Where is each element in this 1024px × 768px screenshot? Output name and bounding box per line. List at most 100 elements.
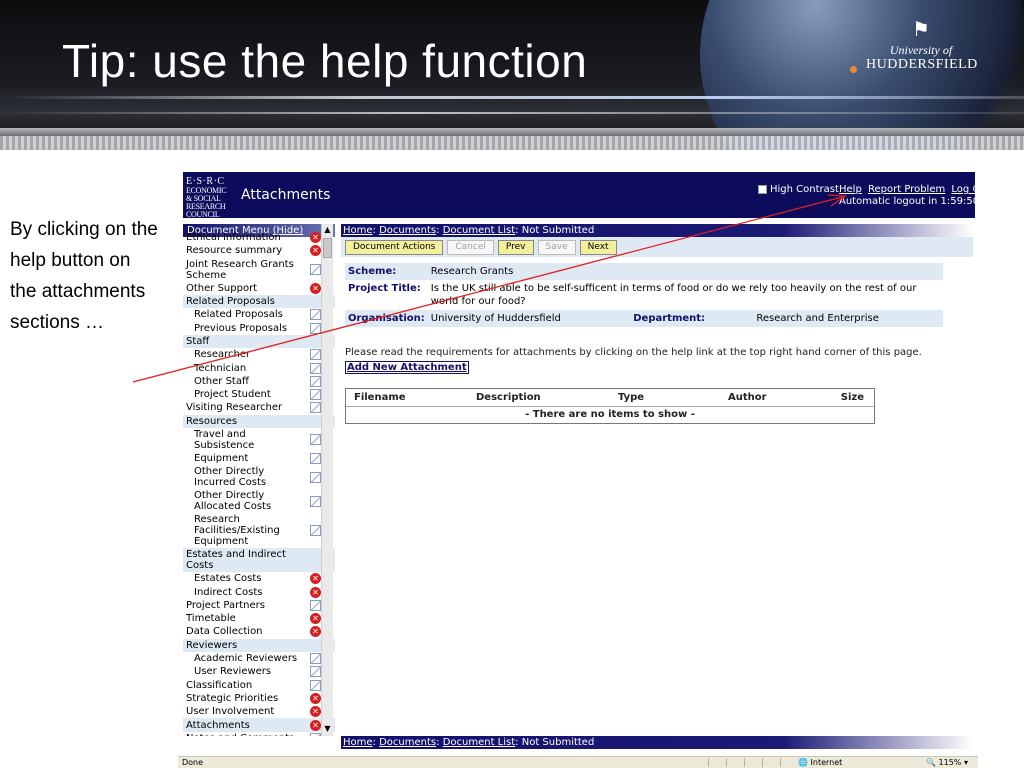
scroll-up-icon[interactable]: ▲ — [323, 225, 332, 236]
edit-icon[interactable] — [310, 375, 321, 387]
sidebar-scrollbar[interactable]: ▲ ▼ — [321, 224, 333, 736]
sidebar-item-label: Estates and Indirect Costs — [186, 549, 286, 572]
error-icon[interactable]: ✕ — [310, 245, 321, 257]
main-content: Home: Documents: Document List: Not Subm… — [341, 224, 973, 749]
column-size[interactable]: Size — [826, 392, 874, 403]
cancel-button[interactable]: Cancel — [447, 239, 494, 255]
edit-icon[interactable] — [310, 666, 321, 678]
sidebar-item[interactable]: Estates Costs✕? — [183, 572, 335, 585]
breadcrumb-home[interactable]: Home — [343, 225, 373, 236]
sidebar-item[interactable]: Other Support✕? — [183, 282, 335, 295]
scroll-thumb[interactable] — [323, 238, 332, 258]
breadcrumb-documents[interactable]: Documents — [379, 225, 436, 236]
sidebar-item[interactable]: Indirect Costs✕? — [183, 585, 335, 598]
sidebar-item[interactable]: Research Facilities/Existing Equipment? — [183, 513, 335, 548]
esrc-logo-line: COUNCIL — [186, 210, 220, 219]
sidebar-item[interactable]: Other Directly Allocated Costs? — [183, 489, 335, 513]
sidebar-item[interactable]: Previous Proposals? — [183, 321, 335, 334]
sidebar-item[interactable]: Data Collection✕? — [183, 625, 335, 638]
sidebar-item[interactable]: Attachments✕? — [183, 718, 335, 732]
university-logo-line2: HUDDERSFIELD — [866, 57, 978, 72]
edit-icon[interactable] — [310, 309, 321, 321]
sidebar-item[interactable]: Notes and Comments? — [183, 732, 335, 736]
sidebar-item[interactable]: Project Student? — [183, 388, 335, 401]
sidebar-item[interactable]: Researcher? — [183, 348, 335, 361]
edit-icon[interactable] — [310, 732, 321, 736]
sidebar-item[interactable]: User Involvement✕? — [183, 705, 335, 718]
sidebar-item[interactable]: Resources? — [183, 414, 335, 428]
sidebar-item[interactable]: Travel and Subsistence? — [183, 428, 335, 452]
sidebar-item[interactable]: User Reviewers? — [183, 665, 335, 678]
breadcrumb-home[interactable]: Home — [343, 737, 373, 748]
edit-icon[interactable] — [310, 264, 321, 276]
edit-icon[interactable] — [310, 322, 321, 334]
column-filename[interactable]: Filename — [346, 392, 456, 403]
column-author[interactable]: Author — [708, 392, 826, 403]
error-icon[interactable]: ✕ — [310, 626, 321, 638]
error-icon[interactable]: ✕ — [310, 706, 321, 718]
document-actions-button[interactable]: Document Actions — [345, 239, 444, 255]
next-button[interactable]: Next — [579, 239, 617, 255]
sidebar-item[interactable]: Related Proposals? — [183, 308, 335, 321]
error-icon[interactable]: ✕ — [310, 719, 321, 731]
edit-icon[interactable] — [310, 599, 321, 611]
edit-icon[interactable] — [310, 679, 321, 691]
sidebar-item[interactable]: Related Proposals? — [183, 294, 335, 309]
error-icon[interactable]: ✕ — [310, 586, 321, 598]
sidebar-item[interactable]: Reviewers? — [183, 638, 335, 652]
scroll-down-icon[interactable]: ▼ — [323, 724, 332, 735]
zoom-level[interactable]: 🔍 115% ▾ — [926, 758, 968, 767]
edit-icon[interactable] — [310, 525, 321, 537]
edit-icon[interactable] — [310, 653, 321, 665]
edit-icon[interactable] — [310, 402, 321, 414]
chevron-down-icon[interactable]: ▾ — [964, 758, 968, 767]
sidebar-item[interactable]: Visiting Researcher? — [183, 401, 335, 414]
sidebar-item[interactable]: Timetable✕? — [183, 612, 335, 625]
sidebar-item[interactable]: Technician? — [183, 361, 335, 374]
log-out-link[interactable]: Log Out — [951, 184, 990, 195]
edit-icon[interactable] — [310, 453, 321, 464]
edit-icon[interactable] — [310, 362, 321, 374]
edit-icon[interactable] — [310, 434, 321, 446]
error-icon[interactable]: ✕ — [310, 573, 321, 585]
project-title-label: Project Title: — [345, 280, 428, 310]
sidebar-item[interactable]: Academic Reviewers? — [183, 652, 335, 665]
department-value: Research and Enterprise — [753, 310, 943, 327]
sidebar-item[interactable]: Resource summary✕? — [183, 244, 335, 257]
prev-button[interactable]: Prev — [497, 239, 534, 255]
column-description[interactable]: Description — [456, 392, 596, 403]
sidebar-item[interactable]: Staff? — [183, 334, 335, 349]
add-new-attachment-link[interactable]: Add New Attachment — [345, 361, 469, 374]
save-button[interactable]: Save — [537, 239, 576, 255]
high-contrast-toggle[interactable]: High Contrast — [758, 184, 839, 195]
sidebar-item-label: Strategic Priorities — [186, 692, 279, 704]
callout-text: By clicking on the help button on the at… — [10, 219, 158, 333]
edit-icon[interactable] — [310, 495, 321, 507]
sidebar-item[interactable]: Other Directly Incurred Costs? — [183, 465, 335, 489]
edit-icon[interactable] — [310, 349, 321, 361]
sidebar-item[interactable]: Estates and Indirect Costs? — [183, 548, 335, 573]
checkbox-icon[interactable] — [758, 185, 767, 194]
sidebar-item[interactable]: Classification? — [183, 679, 335, 692]
breadcrumb-document-list[interactable]: Document List — [443, 225, 515, 236]
column-type[interactable]: Type — [596, 392, 708, 403]
sidebar-item-label: Timetable — [186, 613, 236, 625]
help-link[interactable]: Help — [839, 184, 862, 195]
error-icon[interactable]: ✕ — [310, 692, 321, 704]
sidebar-item[interactable]: Ethical Information✕? — [183, 231, 335, 244]
edit-icon[interactable] — [310, 471, 321, 483]
sidebar-item[interactable]: Joint Research Grants Scheme? — [183, 258, 335, 282]
error-icon[interactable]: ✕ — [310, 282, 321, 294]
error-icon[interactable]: ✕ — [310, 613, 321, 625]
header-links: Help Report Problem Log Out — [839, 184, 994, 195]
sidebar-item[interactable]: Strategic Priorities✕? — [183, 692, 335, 705]
error-icon[interactable]: ✕ — [310, 232, 321, 244]
sidebar-item[interactable]: Project Partners? — [183, 599, 335, 612]
sidebar-item[interactable]: Equipment? — [183, 452, 335, 465]
report-problem-link[interactable]: Report Problem — [868, 184, 945, 195]
attachments-table: Filename Description Type Author Size - … — [345, 388, 875, 424]
edit-icon[interactable] — [310, 389, 321, 401]
breadcrumb-document-list[interactable]: Document List — [443, 737, 515, 748]
breadcrumb-documents[interactable]: Documents — [379, 737, 436, 748]
sidebar-item[interactable]: Other Staff? — [183, 375, 335, 388]
